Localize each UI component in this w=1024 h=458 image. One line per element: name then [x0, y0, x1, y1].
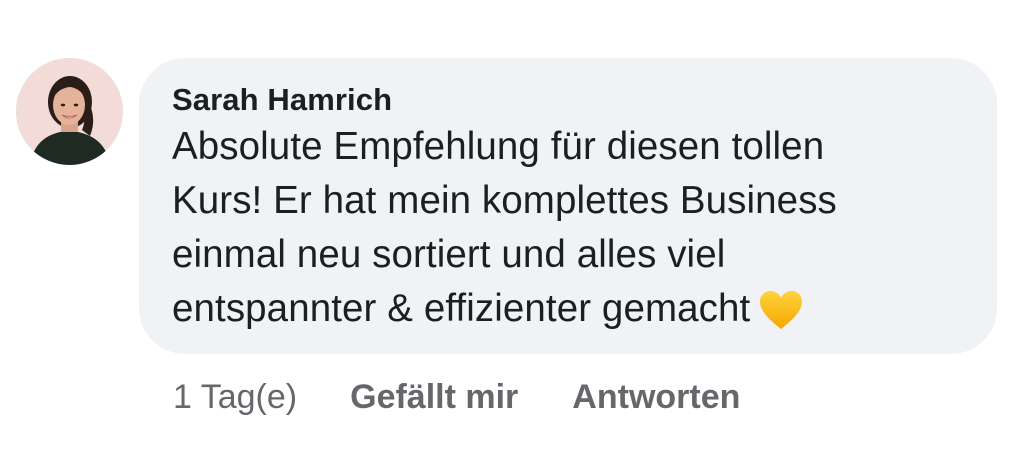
comment-bubble: Sarah Hamrich Absolute Empfehlung für di… [139, 58, 997, 354]
yellow-heart-icon [758, 289, 804, 346]
comment-timestamp[interactable]: 1 Tag(e) [173, 378, 297, 417]
avatar[interactable] [16, 58, 123, 165]
comment: Sarah Hamrich Absolute Empfehlung für di… [0, 0, 1024, 458]
comment-text-line: Absolute Empfehlung für diesen tollen [172, 125, 825, 168]
comment-text-line: einmal neu sortiert und alles viel [172, 233, 726, 276]
like-button[interactable]: Gefällt mir [350, 378, 518, 417]
comment-text-line: Kurs! Er hat mein komplettes Business [172, 179, 837, 222]
comment-text-line-last: entspannter & effizienter gemacht [172, 282, 967, 346]
comment-text: Absolute Empfehlung für diesen tollen Ku… [172, 120, 967, 346]
reply-button[interactable]: Antworten [572, 378, 740, 417]
comment-text-line: entspannter & effizienter gemacht [172, 287, 751, 330]
comment-author[interactable]: Sarah Hamrich [172, 80, 967, 120]
avatar-photo [16, 58, 123, 165]
comment-actions: 1 Tag(e) Gefällt mir Antworten [173, 374, 740, 420]
